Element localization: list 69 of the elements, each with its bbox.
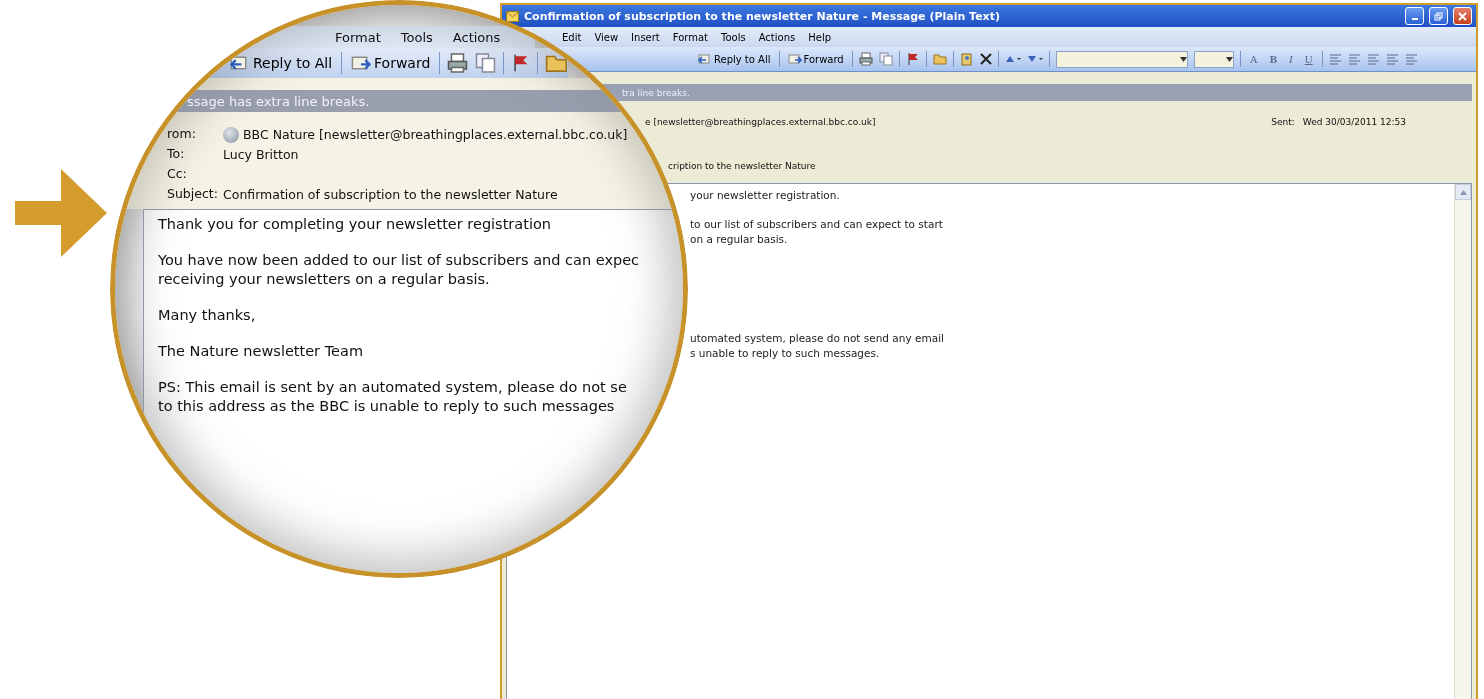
forward-button[interactable]: Forward bbox=[349, 53, 433, 73]
printer-icon[interactable] bbox=[858, 52, 873, 66]
avatar-icon bbox=[223, 126, 239, 143]
reply-all-button[interactable]: Reply to All bbox=[696, 52, 773, 66]
info-text: ssage has extra line breaks. bbox=[187, 93, 370, 109]
field-label: To: bbox=[167, 146, 186, 163]
sent-value: Wed 30/03/2011 12:53 bbox=[1302, 117, 1406, 127]
scrollbar[interactable] bbox=[1454, 184, 1471, 699]
caret-icon[interactable] bbox=[1225, 56, 1233, 62]
up-arrow-icon[interactable] bbox=[1004, 54, 1021, 64]
menu-item[interactable]: Help bbox=[808, 31, 832, 43]
info-text: tra line breaks. bbox=[622, 87, 690, 98]
menu-item[interactable]: Tools bbox=[400, 29, 433, 45]
field-label: rom: bbox=[167, 126, 197, 143]
font-field[interactable] bbox=[1055, 50, 1188, 68]
menu-item[interactable]: Tools bbox=[721, 31, 746, 43]
format-button[interactable]: I bbox=[1286, 53, 1296, 65]
close-icon bbox=[1458, 11, 1467, 21]
body-text: The Nature newsletter Team bbox=[158, 342, 365, 361]
flag-icon[interactable] bbox=[905, 52, 920, 66]
font-size-field[interactable] bbox=[1193, 50, 1234, 68]
subject-value: cription to the newsletter Nature bbox=[668, 161, 816, 171]
body-text: on a regular basis. bbox=[690, 232, 789, 247]
format-button[interactable]: B bbox=[1266, 53, 1280, 65]
caret-icon[interactable] bbox=[1179, 56, 1187, 62]
format-button[interactable]: U bbox=[1301, 53, 1316, 65]
menu-item[interactable]: Actions bbox=[452, 29, 501, 45]
reply-all-button[interactable]: Reply to All bbox=[228, 53, 335, 73]
address-book-icon[interactable] bbox=[959, 52, 974, 66]
menu-item[interactable]: Edit bbox=[562, 31, 582, 43]
close-button[interactable] bbox=[1453, 7, 1472, 25]
up-arrow-icon[interactable] bbox=[1459, 189, 1467, 195]
printer-icon[interactable] bbox=[447, 52, 469, 74]
window-title: Confirmation of subscription to the newsletter Nature - Message (Plain Text) bbox=[524, 9, 1001, 23]
body-text: s unable to reply to such messages. bbox=[690, 346, 881, 361]
envelope-icon bbox=[506, 10, 519, 22]
forward-button[interactable]: Forward bbox=[785, 52, 846, 66]
menu-item[interactable]: Insert bbox=[631, 31, 660, 43]
sent-label: Sent: bbox=[1271, 117, 1295, 127]
field-label: Subject: bbox=[167, 186, 219, 203]
field-value: BBC Nature [newsletter@breathingplaces.external.bbc.co.uk] bbox=[243, 127, 628, 142]
body-text: You have now been added to our list of subscribers and can expec bbox=[158, 251, 641, 270]
menu-item[interactable]: Format bbox=[672, 31, 709, 43]
body-text: PS: This email is sent by an automated system, please do not se bbox=[158, 378, 628, 397]
menu-item[interactable]: Actions bbox=[758, 31, 796, 43]
restore-button[interactable] bbox=[1429, 7, 1448, 25]
minimize-button[interactable] bbox=[1405, 7, 1424, 25]
copy-icon[interactable] bbox=[475, 52, 497, 74]
restore-icon bbox=[1434, 11, 1443, 21]
body-text: to our list of subscribers and can expect to start bbox=[690, 217, 944, 232]
body-text: utomated system, please do not send any email bbox=[690, 331, 945, 346]
body-text: Many thanks, bbox=[158, 306, 257, 325]
field-label: Cc: bbox=[167, 166, 188, 183]
format-button[interactable]: A bbox=[1246, 53, 1261, 65]
body-text: to this address as the BBC is unable to reply to such messages bbox=[158, 397, 616, 416]
body-text: receiving your newsletters on a regular basis. bbox=[158, 270, 491, 289]
copy-icon[interactable] bbox=[878, 52, 893, 66]
menu-item[interactable]: View bbox=[594, 31, 619, 43]
folder-icon[interactable] bbox=[932, 52, 947, 66]
from-value: e [newsletter@breathingplaces.external.bbc.co.uk] bbox=[645, 117, 876, 127]
reply-all-icon bbox=[698, 52, 712, 66]
field-value: Lucy Britton bbox=[223, 147, 299, 162]
body-text: your newsletter registration. bbox=[690, 188, 841, 203]
down-arrow-icon[interactable] bbox=[1026, 54, 1043, 64]
field-value: Confirmation of subscription to the newsletter Nature bbox=[223, 187, 558, 202]
forward-icon bbox=[787, 52, 802, 66]
menu-item[interactable]: Format bbox=[335, 29, 381, 45]
body-text: Thank you for completing your newsletter registration bbox=[158, 215, 552, 234]
delete-icon[interactable] bbox=[979, 53, 992, 65]
